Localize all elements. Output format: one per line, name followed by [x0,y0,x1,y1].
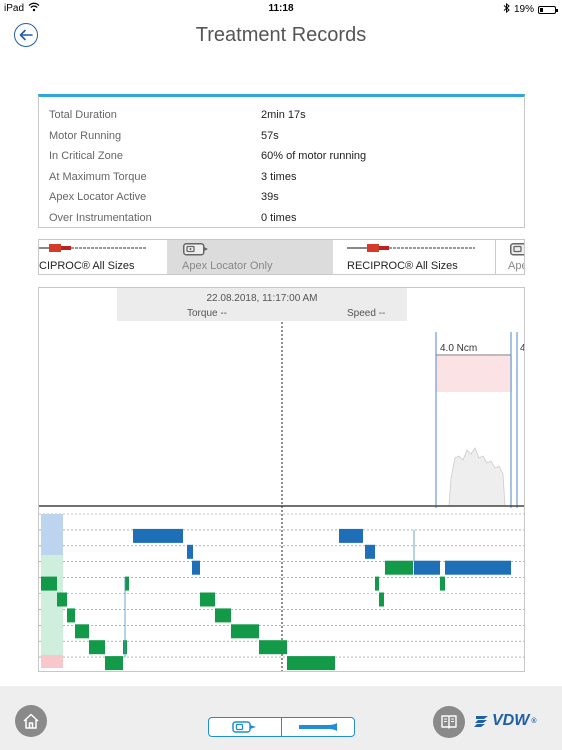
torque-limit-label-partial: 4 [520,343,525,354]
status-bar: iPad 11:18 19% [0,0,562,18]
depth-step-green [41,576,57,591]
depth-step-green [215,608,231,623]
treatment-chart[interactable]: 4.0 Ncm 4 22.08.2018, 11:17:00 AM Torque … [38,287,525,672]
summary-value: 60% of motor running [261,150,367,163]
depth-step-green [89,640,105,655]
home-button[interactable] [15,705,47,737]
torque-limit-label: 4.0 Ncm [440,343,477,354]
torque-limit-band [436,356,512,392]
depth-step-green [67,608,75,623]
summary-value: 0 times [261,211,297,224]
summary-label: At Maximum Torque [49,170,147,183]
handpiece-view-button[interactable] [281,718,354,736]
depth-step-green [75,624,89,639]
summary-row-total-duration: Total Duration 2min 17s [39,105,524,126]
apex-locator-icon [510,243,524,256]
summary-row-critical-zone: In Critical Zone 60% of motor running [39,146,524,167]
depth-step-green [440,576,445,591]
file-item[interactable]: Ape [495,240,524,274]
summary-row-max-torque: At Maximum Torque 3 times [39,167,524,188]
apex-locator-icon [232,721,256,733]
file-item-label: Ape [508,260,524,272]
file-item[interactable]: RECIPROC® All Sizes [341,240,495,274]
summary-label: Total Duration [49,109,117,122]
bluetooth-icon [503,2,510,16]
file-instrument-icon [39,244,147,252]
manual-button[interactable] [433,706,465,738]
file-item-label: Apex Locator Only [182,260,273,272]
apex-locator-view-button[interactable] [209,718,281,736]
depth-step-green [105,656,123,671]
file-item-label: CIPROC® All Sizes [39,260,135,272]
book-icon [441,715,457,729]
file-instrument-icon [347,244,475,252]
depth-step-green [375,576,379,591]
vdw-logo: VDW ® [474,710,537,732]
torque-readout: Torque -- [187,308,228,319]
depth-step-green [231,624,259,639]
battery-percent: 19% [513,4,534,15]
file-sequence-strip[interactable]: CIPROC® All Sizes Apex Locator Only RECI… [38,239,525,275]
home-icon [23,713,39,729]
speed-readout: Speed -- [347,308,386,319]
summary-label: In Critical Zone [49,150,123,163]
registered-mark: ® [531,717,537,725]
zone-legend-blue [41,514,63,555]
depth-step-blue [187,544,193,559]
depth-step-green [385,560,413,575]
depth-step-blue [445,560,511,575]
chart-cursor-readout: 22.08.2018, 11:17:00 AM Torque -- Speed … [117,288,407,321]
depth-step-green [259,640,287,655]
page-title: Treatment Records [195,24,367,46]
depth-step-green [57,592,67,607]
summary-panel: Total Duration 2min 17s Motor Running 57s … [38,94,525,228]
file-item-selected[interactable]: Apex Locator Only [167,240,333,274]
depth-step-blue [192,560,200,575]
depth-step-blue [414,560,440,575]
summary-value: 2min 17s [261,109,306,122]
summary-label: Over Instrumentation [49,211,152,224]
zone-legend-pink [41,655,63,668]
brand-name: VDW [492,712,530,729]
depth-step-green [287,656,335,671]
file-item[interactable]: CIPROC® All Sizes [39,240,167,274]
clock: 11:18 [268,3,294,14]
depth-step-green [200,592,215,607]
summary-row-motor-running: Motor Running 57s [39,126,524,147]
depth-step-green [125,576,129,591]
summary-label: Motor Running [49,129,122,142]
chart-datetime: 22.08.2018, 11:17:00 AM [206,293,318,304]
apex-locator-icon [183,243,208,256]
handpiece-icon [299,723,337,731]
depth-step-green [379,592,384,607]
depth-step-blue [133,528,183,543]
summary-label: Apex Locator Active [49,191,147,204]
torque-curve [448,447,506,507]
battery-icon [538,5,558,14]
depth-step-blue [339,528,363,543]
view-mode-toggle[interactable] [208,717,355,737]
file-item-label: RECIPROC® All Sizes [347,260,458,272]
summary-row-apex-locator: Apex Locator Active 39s [39,187,524,208]
summary-value: 57s [261,129,279,142]
vdw-logo-mark [474,716,488,727]
summary-value: 39s [261,191,279,204]
depth-step-blue [365,544,375,559]
summary-row-over-instrumentation: Over Instrumentation 0 times [39,208,524,229]
chart-canvas: 4.0 Ncm 4 [39,322,525,671]
summary-value: 3 times [261,170,297,183]
